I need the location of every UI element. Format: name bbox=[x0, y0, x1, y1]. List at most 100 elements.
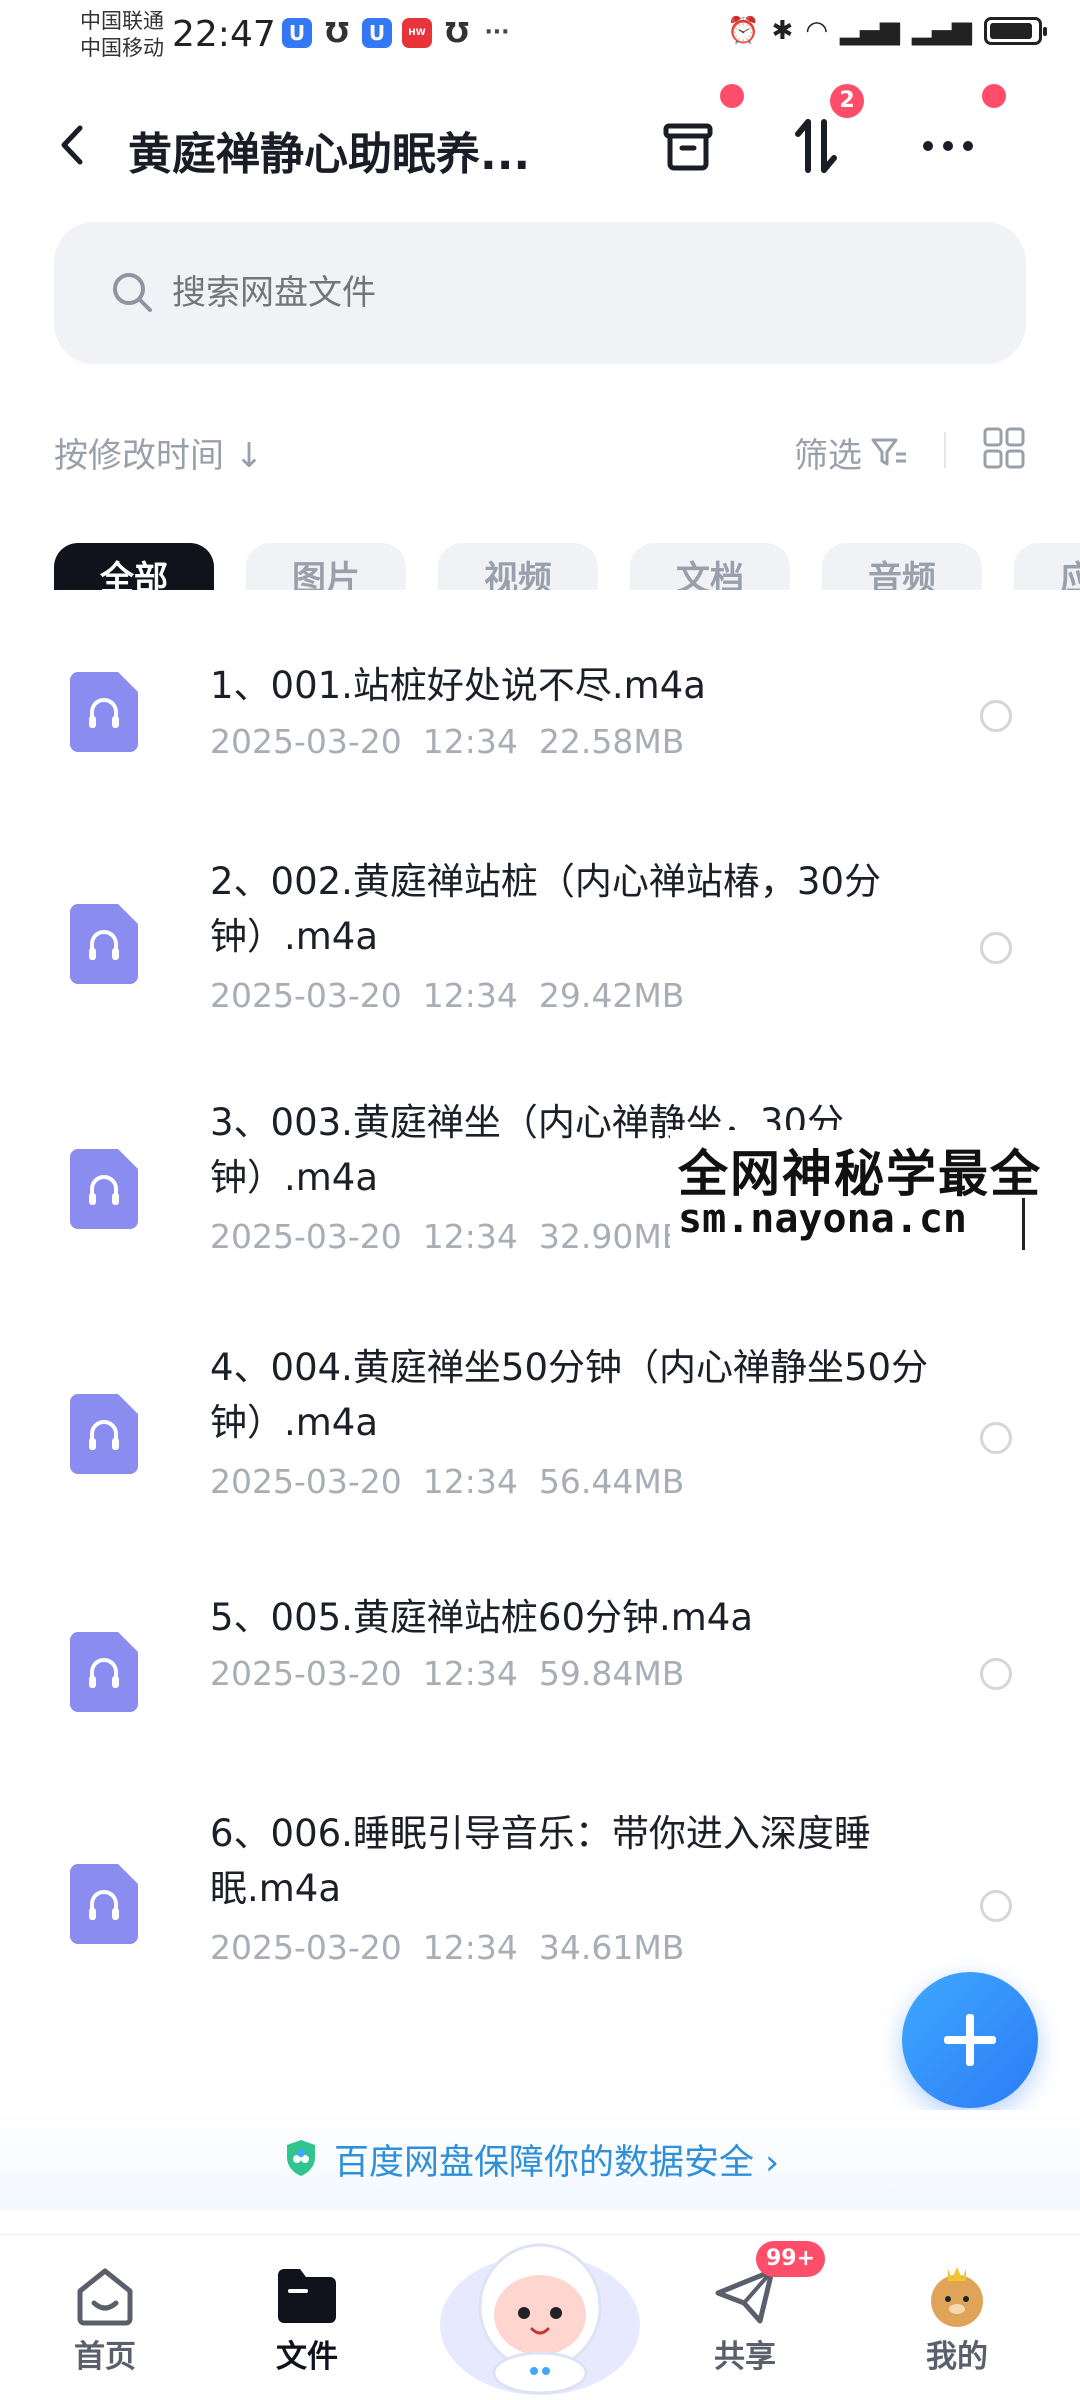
file-date: 2025-03-20 bbox=[210, 1462, 402, 1501]
status-bar: 中国联通 中国移动 22:47 U Ʊ U HW Ʊ ··· ⏰ ✱ ◠ ▂▄▆… bbox=[0, 0, 1080, 70]
file-row[interactable]: 4、004.黄庭禅坐50分钟（内心禅静坐50分钟）.m4a 2025-03-20… bbox=[0, 1340, 1080, 1540]
file-meta: 2025-03-20 12:34 22.58MB bbox=[210, 722, 684, 761]
nav-mine[interactable]: 我的 bbox=[882, 2235, 1032, 2400]
sort-filter-row: 按修改时间 ↓ 筛选 bbox=[54, 420, 1026, 480]
audio-file-icon bbox=[70, 672, 138, 752]
transfer-badge: 2 bbox=[830, 84, 864, 118]
file-row[interactable]: 2、002.黄庭禅站桩（内心禅站椿，30分钟）.m4a 2025-03-20 1… bbox=[0, 850, 1080, 1050]
mascot-assistant-icon[interactable] bbox=[430, 2215, 650, 2395]
more-notifications-icon: ··· bbox=[484, 20, 510, 45]
folder-title: 黄庭禅静心助眠养... bbox=[128, 129, 531, 180]
filter-label: 筛选 bbox=[794, 436, 862, 476]
status-clock: 22:47 bbox=[172, 14, 276, 55]
tab-audio[interactable]: 音频 bbox=[822, 543, 982, 590]
file-select-checkbox[interactable] bbox=[980, 1658, 1012, 1690]
file-name: 4、004.黄庭禅坐50分钟（内心禅静坐50分钟）.m4a bbox=[210, 1346, 929, 1444]
share-badge: 99+ bbox=[756, 2241, 826, 2277]
app-notification-icon: Ʊ bbox=[445, 16, 469, 49]
file-time: 12:34 bbox=[422, 1928, 518, 1967]
file-name: 6、006.睡眠引导音乐：带你进入深度睡眠.m4a bbox=[210, 1812, 871, 1910]
battery-icon bbox=[984, 17, 1047, 45]
carrier-1: 中国联通 bbox=[80, 9, 164, 33]
file-size: 59.84MB bbox=[538, 1654, 685, 1693]
tab-images[interactable]: 图片 bbox=[246, 543, 406, 590]
file-time: 12:34 bbox=[422, 1217, 518, 1256]
file-time: 12:34 bbox=[422, 1654, 518, 1693]
wifi-icon: ◠ bbox=[805, 16, 828, 46]
file-time: 12:34 bbox=[422, 976, 518, 1015]
recycle-box-icon[interactable] bbox=[656, 114, 720, 178]
file-size: 29.42MB bbox=[538, 976, 685, 1015]
watermark-overlay: 全网神秘学最全 sm.nayona.cn bbox=[670, 1130, 1080, 1250]
grid-view-icon[interactable] bbox=[982, 426, 1026, 470]
filter-button[interactable]: 筛选 bbox=[794, 428, 908, 477]
file-name: 5、005.黄庭禅站桩60分钟.m4a bbox=[210, 1596, 754, 1639]
transfer-icon[interactable] bbox=[784, 114, 848, 178]
chevron-right-icon: › bbox=[765, 2143, 780, 2183]
file-select-checkbox[interactable] bbox=[980, 1422, 1012, 1454]
audio-file-icon bbox=[70, 1632, 138, 1712]
back-arrow-icon[interactable] bbox=[52, 120, 92, 170]
header-bar: 黄庭禅静心助眠养... 2 bbox=[0, 84, 1080, 200]
tab-all[interactable]: 全部 bbox=[54, 543, 214, 590]
home-icon bbox=[77, 2268, 133, 2326]
file-meta: 2025-03-20 12:34 32.90MB bbox=[210, 1217, 684, 1256]
tab-apps[interactable]: 应用 bbox=[1014, 543, 1080, 590]
text-cursor bbox=[1022, 1198, 1025, 1250]
nav-files-label: 文件 bbox=[276, 2339, 338, 2375]
tab-documents[interactable]: 文档 bbox=[630, 543, 790, 590]
more-options-icon[interactable] bbox=[916, 114, 980, 178]
more-notification-dot bbox=[982, 84, 1006, 108]
nav-home[interactable]: 首页 bbox=[30, 2235, 180, 2400]
file-date: 2025-03-20 bbox=[210, 722, 402, 761]
recycle-notification-dot bbox=[720, 84, 744, 108]
divider bbox=[944, 432, 946, 468]
file-date: 2025-03-20 bbox=[210, 1217, 402, 1256]
carrier-2: 中国移动 bbox=[80, 36, 164, 60]
alarm-icon: ⏰ bbox=[727, 16, 760, 46]
file-row[interactable]: 1、001.站桩好处说不尽.m4a 2025-03-20 12:34 22.58… bbox=[0, 630, 1080, 810]
folder-icon bbox=[278, 2269, 336, 2323]
audio-file-icon bbox=[70, 1394, 138, 1474]
app-notification-icon: U bbox=[362, 18, 392, 48]
signal-2-icon: ▂▄▆ bbox=[912, 16, 972, 46]
search-icon bbox=[113, 273, 152, 312]
file-date: 2025-03-20 bbox=[210, 1654, 402, 1693]
bluetooth-icon: ✱ bbox=[771, 16, 794, 46]
file-select-checkbox[interactable] bbox=[980, 700, 1012, 732]
huawei-notification-icon: HW bbox=[402, 18, 432, 48]
file-size: 34.61MB bbox=[538, 1928, 685, 1967]
nav-share-label: 共享 bbox=[714, 2339, 776, 2375]
file-meta: 2025-03-20 12:34 29.42MB bbox=[210, 976, 684, 1015]
avatar-icon bbox=[931, 2267, 983, 2327]
security-banner-label: 百度网盘保障你的数据安全 bbox=[334, 2143, 755, 2183]
file-row[interactable]: 5、005.黄庭禅站桩60分钟.m4a 2025-03-20 12:34 59.… bbox=[0, 1590, 1080, 1750]
sort-label: 按修改时间 bbox=[54, 436, 224, 476]
file-name: 1、001.站桩好处说不尽.m4a bbox=[210, 664, 706, 707]
tab-videos[interactable]: 视频 bbox=[438, 543, 598, 590]
add-file-button[interactable] bbox=[902, 1972, 1038, 2108]
shield-icon bbox=[287, 2140, 315, 2176]
notification-icons: U Ʊ U HW Ʊ ··· bbox=[282, 18, 512, 48]
search-bar[interactable] bbox=[54, 222, 1026, 364]
file-row[interactable]: 6、006.睡眠引导音乐：带你进入深度睡眠.m4a 2025-03-20 12:… bbox=[0, 1800, 1080, 2000]
sort-button[interactable]: 按修改时间 ↓ bbox=[54, 428, 263, 477]
nav-share[interactable]: 99+ 共享 bbox=[670, 2235, 826, 2400]
nav-home-label: 首页 bbox=[74, 2339, 136, 2375]
security-banner-text: 百度网盘保障你的数据安全 › bbox=[334, 2134, 779, 2185]
file-select-checkbox[interactable] bbox=[980, 1890, 1012, 1922]
file-time: 12:34 bbox=[422, 722, 518, 761]
filter-icon bbox=[871, 438, 906, 465]
file-name: 2、002.黄庭禅站桩（内心禅站椿，30分钟）.m4a bbox=[210, 860, 882, 958]
security-banner[interactable]: 百度网盘保障你的数据安全 › bbox=[0, 2110, 1080, 2210]
audio-file-icon bbox=[70, 1864, 138, 1944]
file-date: 2025-03-20 bbox=[210, 1928, 402, 1967]
nav-files[interactable]: 文件 bbox=[232, 2235, 382, 2400]
file-select-checkbox[interactable] bbox=[980, 932, 1012, 964]
watermark-line-2: sm.nayona.cn bbox=[678, 1196, 967, 1242]
search-input[interactable] bbox=[172, 222, 972, 364]
file-size: 22.58MB bbox=[538, 722, 685, 761]
file-date: 2025-03-20 bbox=[210, 976, 402, 1015]
app-notification-icon: U bbox=[282, 18, 312, 48]
audio-file-icon bbox=[70, 904, 138, 984]
